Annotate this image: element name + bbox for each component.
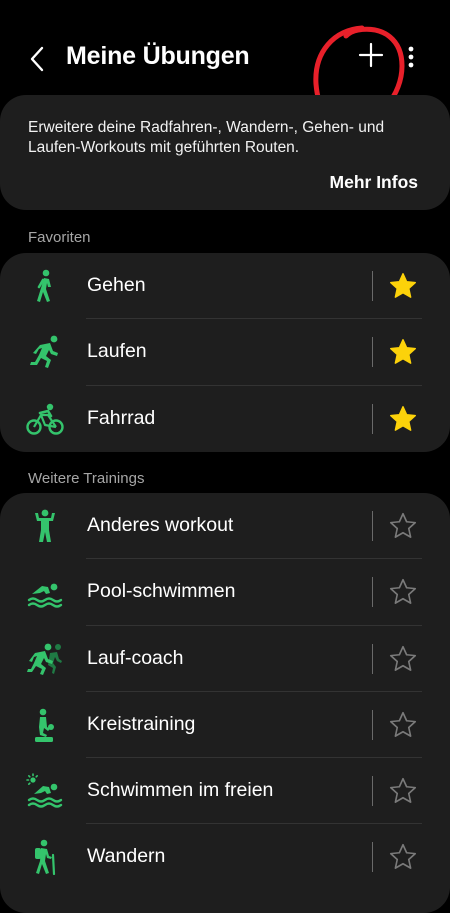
- divider: [372, 511, 373, 541]
- divider: [372, 842, 373, 873]
- app-header: Meine Übungen: [0, 28, 450, 88]
- list-item-label: Laufen: [87, 340, 147, 363]
- running-icon: [30, 335, 58, 369]
- star-outline-icon[interactable]: [388, 842, 418, 872]
- list-item-kreistraining[interactable]: Kreistraining: [0, 692, 450, 759]
- list-item-laufen[interactable]: Laufen: [0, 319, 450, 386]
- more-trainings-section-label: Weitere Trainings: [28, 470, 145, 487]
- list-item-label: Wandern: [87, 845, 166, 868]
- list-item-schwimmen-im-freien[interactable]: Schwimmen im freien: [0, 758, 450, 825]
- open-water-swimming-icon: [26, 773, 63, 808]
- more-info-link[interactable]: Mehr Infos: [330, 172, 418, 193]
- info-text: Erweitere deine Radfahren-, Wandern-, Ge…: [28, 119, 385, 156]
- list-item-label: Kreistraining: [87, 712, 196, 735]
- list-item-label: Anderes workout: [87, 514, 234, 536]
- other-workout-icon: [35, 509, 55, 542]
- cycling-icon: [26, 403, 64, 435]
- hiking-icon: [35, 840, 56, 876]
- more-options-button[interactable]: [402, 40, 420, 74]
- favorites-list: Gehen Laufen Fahrrad: [0, 253, 450, 452]
- list-item-label: Fahrrad: [87, 406, 156, 429]
- divider: [372, 577, 373, 608]
- star-filled-icon[interactable]: [388, 271, 418, 301]
- star-filled-icon[interactable]: [388, 404, 418, 434]
- list-item-label: Schwimmen im freien: [87, 779, 274, 802]
- chevron-left-icon: [30, 46, 44, 72]
- divider: [372, 643, 373, 674]
- favorites-section-label: Favoriten: [28, 229, 91, 246]
- guided-routes-card: Erweitere deine Radfahren-, Wandern-, Ge…: [0, 95, 450, 210]
- list-item-pool-schwimmen[interactable]: Pool-schwimmen: [0, 559, 450, 626]
- plus-icon: [358, 42, 384, 68]
- more-vertical-icon: [408, 46, 414, 68]
- star-outline-icon[interactable]: [388, 511, 418, 541]
- list-item-label: Pool-schwimmen: [87, 580, 236, 603]
- divider: [372, 337, 373, 368]
- list-item-wandern[interactable]: Wandern: [0, 824, 450, 890]
- list-item-lauf-coach[interactable]: Lauf-coach: [0, 626, 450, 692]
- walking-icon: [37, 269, 51, 302]
- list-item-fahrrad[interactable]: Fahrrad: [0, 386, 450, 452]
- list-item-anderes-workout[interactable]: Anderes workout: [0, 493, 450, 560]
- star-filled-icon[interactable]: [388, 337, 418, 367]
- page-title: Meine Übungen: [66, 42, 250, 70]
- circuit-training-icon: [35, 708, 54, 742]
- more-trainings-list: Anderes workout Pool-schwimmen Lauf-coac…: [0, 493, 450, 913]
- star-outline-icon[interactable]: [388, 644, 418, 674]
- back-button[interactable]: [24, 42, 50, 76]
- list-item-label: Lauf-coach: [87, 646, 184, 669]
- divider: [372, 403, 373, 434]
- star-outline-icon[interactable]: [388, 577, 418, 607]
- divider: [372, 776, 373, 807]
- swimming-icon: [27, 583, 63, 608]
- list-item-gehen[interactable]: Gehen: [0, 253, 450, 320]
- divider: [372, 271, 373, 301]
- running-coach-icon: [27, 643, 62, 675]
- list-item-label: Gehen: [87, 274, 146, 296]
- star-outline-icon[interactable]: [388, 776, 418, 806]
- star-outline-icon[interactable]: [388, 710, 418, 740]
- add-workout-button[interactable]: [352, 36, 390, 74]
- divider: [372, 709, 373, 740]
